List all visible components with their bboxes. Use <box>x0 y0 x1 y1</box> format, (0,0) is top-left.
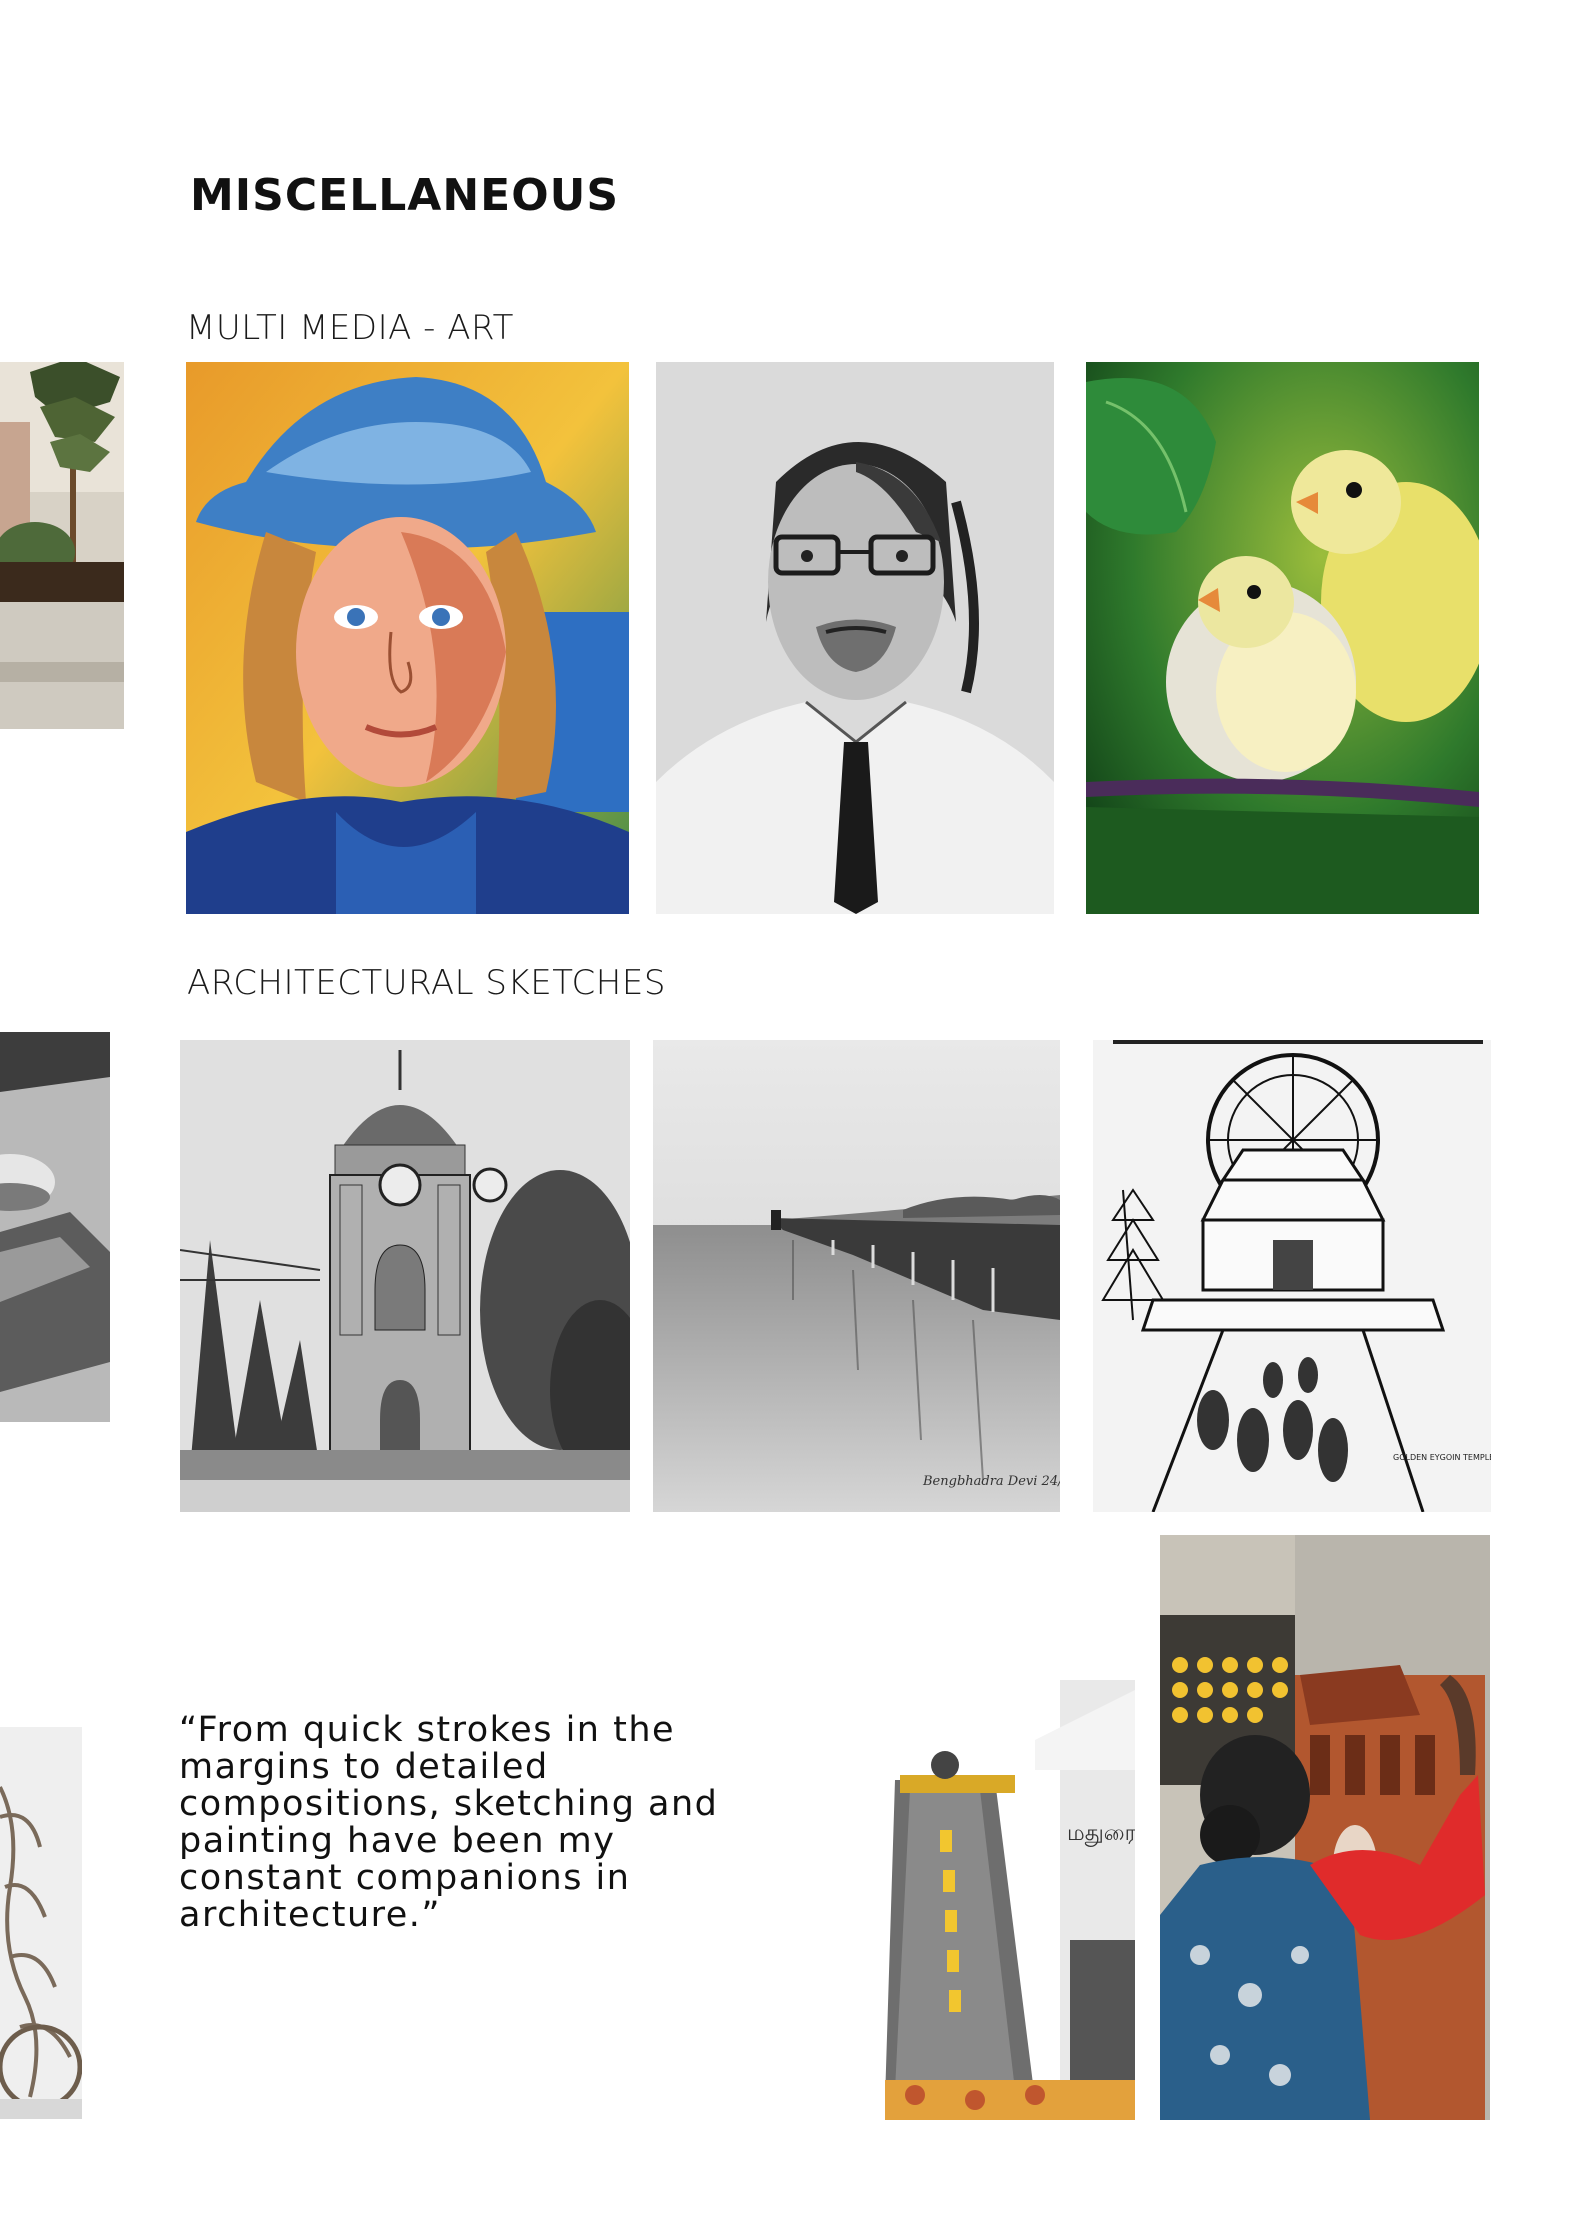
section-heading-multimedia-art: MULTI MEDIA - ART <box>186 308 514 348</box>
sketch-temple-gopuram: GOLDEN EYGOIN TEMPLE 28/1/23 <box>1093 1040 1491 1512</box>
section-heading-architectural-sketches: ARCHITECTURAL SKETCHES <box>187 963 666 1003</box>
painting-two-chicks-leaf <box>1086 362 1479 914</box>
sketch-clock-tower-coimbatore-corporation <box>180 1040 630 1512</box>
painting-girl-blue-hat <box>186 362 629 914</box>
quote-text: “From quick strokes in the margins to de… <box>179 1710 719 1935</box>
temple-tower-mural-photo: மதுரை <box>885 1680 1135 2120</box>
pencil-portrait-man-glasses <box>656 362 1054 914</box>
svg-text:மதுரை: மதுரை <box>1067 1821 1135 1847</box>
model-photo-plants <box>0 362 124 729</box>
model-photo-bw <box>0 1032 110 1422</box>
temple-sketch-signature: GOLDEN EYGOIN TEMPLE 28/1/23 <box>1393 1453 1491 1462</box>
model-photo-lattice <box>0 1727 82 2119</box>
artist-painting-mural-photo <box>1160 1535 1490 2120</box>
lake-sketch-signature: Bengbhadra Devi 24/01/23 <box>922 1474 1060 1489</box>
sketch-lake-bridge: Bengbhadra Devi 24/01/23 <box>653 1040 1060 1512</box>
page-title: MISCELLANEOUS <box>190 170 620 221</box>
